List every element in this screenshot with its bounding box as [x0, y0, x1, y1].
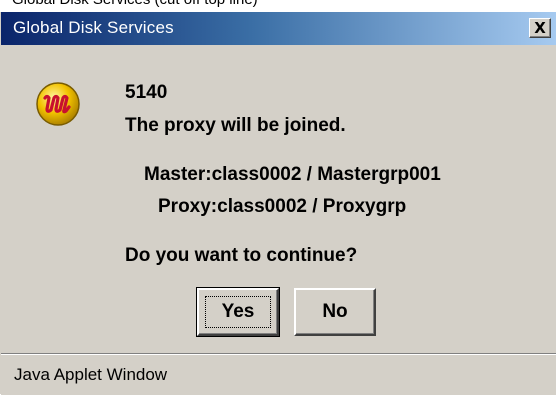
background-window-text: Global Disk Services (cut off top line) [12, 0, 258, 8]
message-text: The proxy will be joined. [125, 115, 346, 136]
status-bar: Java Applet Window [1, 354, 556, 395]
focus-ring [205, 296, 271, 328]
no-button-label: No [322, 301, 348, 322]
proxy-detail: Proxy:class0002 / Proxygrp [158, 196, 407, 217]
background-window-strip: Global Disk Services (cut off top line) [0, 0, 556, 12]
window-title: Global Disk Services [13, 18, 174, 37]
close-icon: X [534, 18, 546, 37]
yes-button[interactable]: Yes [196, 287, 280, 337]
no-button[interactable]: No [294, 288, 376, 336]
master-detail: Master:class0002 / Mastergrp001 [144, 164, 441, 185]
close-button[interactable]: X [529, 18, 551, 38]
confirm-dialog: Global Disk Services X 5140 The proxy wi… [0, 12, 556, 395]
title-bar[interactable]: Global Disk Services X [1, 12, 556, 45]
confirm-question: Do you want to continue? [125, 245, 358, 266]
message-code: 5140 [125, 82, 168, 103]
app-logo-icon [36, 82, 80, 126]
status-text: Java Applet Window [14, 365, 168, 384]
